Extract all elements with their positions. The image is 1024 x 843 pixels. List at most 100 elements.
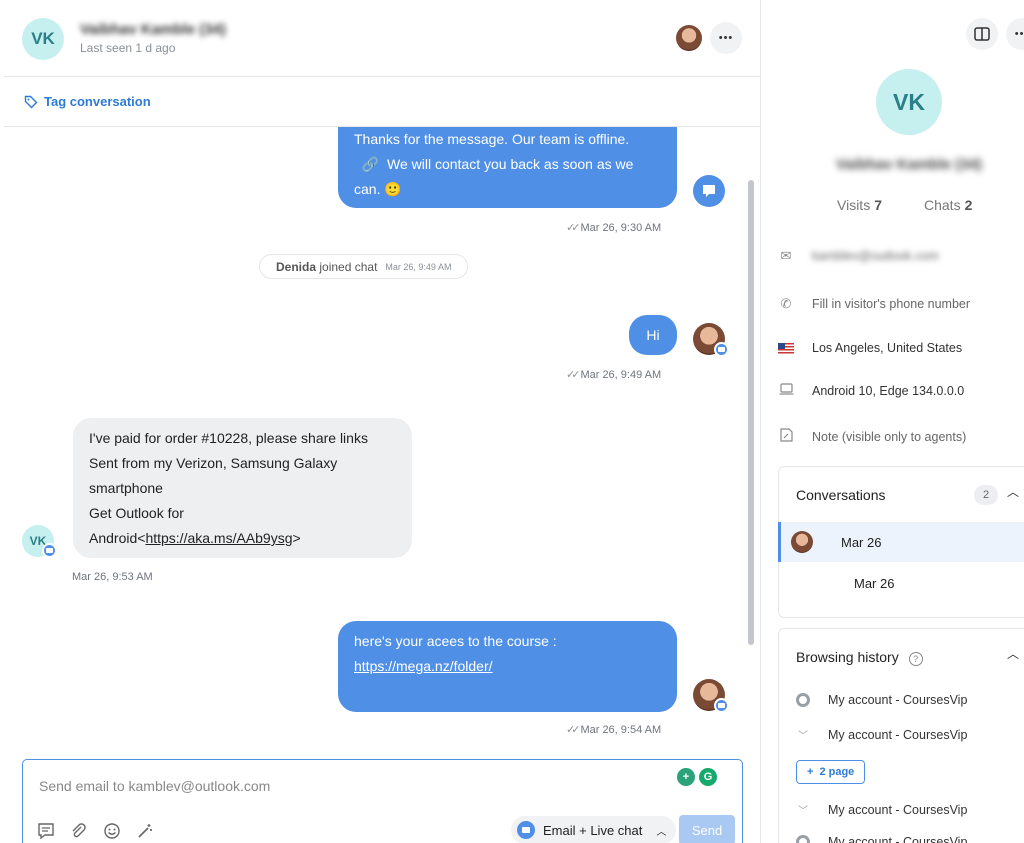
tag-icon <box>24 95 38 108</box>
email-channel-icon <box>714 342 729 357</box>
chat-scrollbar[interactable] <box>748 180 754 645</box>
more-icon: ••• <box>1014 28 1024 40</box>
automated-message-icon <box>693 175 725 207</box>
agent-message: here's your acees to the course : https:… <box>338 621 677 712</box>
assigned-agent-avatar[interactable] <box>676 25 702 51</box>
send-button[interactable]: Send <box>679 815 735 843</box>
collapse-chevron-icon[interactable]: ︿ <box>1007 645 1019 662</box>
history-item[interactable]: My account - CoursesVip <box>796 835 967 843</box>
system-time: Mar 26, 9:49 AM <box>385 261 452 272</box>
visitor-device: Android 10, Edge 134.0.0.0 <box>812 383 965 398</box>
conversation-item[interactable]: Mar 26 <box>778 522 1024 562</box>
note-icon <box>778 428 794 445</box>
message-meta: ✓✓ Mar 26, 9:49 AM <box>566 368 662 382</box>
tag-conversation-label: Tag conversation <box>44 94 151 109</box>
agent-message: Hi <box>629 315 677 355</box>
visits-stat: Visits 7 <box>837 197 882 213</box>
chats-stat: Chats 2 <box>924 197 973 213</box>
message-meta: ✓✓ Mar 26, 9:30 AM <box>566 221 662 235</box>
chevron-up-icon: ︿ <box>656 826 667 838</box>
agent-message: Thanks for the message. Our team is offl… <box>338 127 677 208</box>
conversation-item[interactable]: Mar 26 <box>778 563 1024 603</box>
message-time: Mar 26, 9:54 AM <box>580 723 662 736</box>
conversations-title: Conversations <box>796 487 886 503</box>
device-row: Android 10, Edge 134.0.0.0 <box>778 383 964 398</box>
chat-app: VK Vaibhav Kamble (34) Last seen 1 d ago… <box>0 0 1024 843</box>
visitor-avatar-large: VK <box>876 69 942 135</box>
message-line: 🔗 We will contact you back as soon as we <box>354 156 634 172</box>
chat-panel: VK Vaibhav Kamble (34) Last seen 1 d ago… <box>4 0 761 843</box>
more-options-button[interactable]: ••• <box>710 22 742 54</box>
message-time: Mar 26, 9:49 AM <box>580 368 662 381</box>
message-line: Thanks for the message. Our team is offl… <box>354 131 630 147</box>
history-item[interactable]: My account - CoursesVip <box>796 693 967 707</box>
visitor-avatar: VK <box>22 18 64 60</box>
visitor-location: Los Angeles, United States <box>812 341 963 355</box>
envelope-icon: ✉ <box>780 248 792 263</box>
system-agent-name: Denida <box>276 259 317 274</box>
message-composer: + G Email + Live chat ︿ Send <box>22 759 743 843</box>
message-text: here's your acees to the course : <box>354 633 557 649</box>
message-meta: ✓✓ Mar 26, 9:54 AM <box>566 723 662 737</box>
visitor-message: I've paid for order #10228, please share… <box>73 418 412 558</box>
message-line: can. 🙂 <box>354 181 402 197</box>
grammar-tools: + G <box>677 768 723 790</box>
note-field[interactable]: Note (visible only to agents) <box>812 430 966 444</box>
read-receipt-icon: ✓✓ <box>566 724 581 736</box>
canned-responses-icon[interactable] <box>37 822 55 843</box>
browsing-history-title: Browsing history ? <box>796 649 923 666</box>
tag-conversation-button[interactable]: Tag conversation <box>24 94 151 109</box>
grammarly-icon[interactable]: G <box>699 768 717 786</box>
visitor-name: Vaibhav Kamble (34) <box>80 21 226 38</box>
last-seen-status: Last seen 1 d ago <box>80 41 176 55</box>
panel-toggle-button[interactable] <box>966 18 998 50</box>
chevron-down-icon: ﹀ <box>798 806 808 817</box>
email-row: ✉ kamblev@outlook.com <box>778 248 939 264</box>
message-line: smartphone <box>89 480 163 496</box>
location-row: Los Angeles, United States <box>778 341 962 355</box>
chevron-down-icon: ﹀ <box>798 731 808 742</box>
more-pages-button[interactable]: + 2 page <box>796 760 866 784</box>
system-event: Denida joined chat Mar 26, 9:49 AM <box>259 254 469 279</box>
history-item[interactable]: ﹀ My account - CoursesVip <box>796 727 967 743</box>
message-meta: Mar 26, 9:53 AM <box>72 571 153 583</box>
panel-toggle-icon <box>974 27 990 41</box>
visitor-stats: Visits 7 Chats 2 <box>837 197 972 213</box>
message-input[interactable] <box>39 778 559 794</box>
message-time: Mar 26, 9:53 AM <box>72 571 153 583</box>
conversations-count: 2 <box>974 485 998 505</box>
page-end-icon <box>796 835 810 843</box>
magic-wand-icon[interactable] <box>136 822 154 843</box>
message-link[interactable]: https://mega.nz/folder/ <box>354 658 493 674</box>
us-flag-icon <box>778 342 794 354</box>
note-row[interactable]: Note (visible only to agents) <box>778 428 966 445</box>
grammar-bulb-icon[interactable]: + <box>677 768 695 786</box>
phone-row[interactable]: ✆ Fill in visitor's phone number <box>778 296 970 312</box>
message-line: Sent from my Verizon, Samsung Galaxy <box>89 455 338 471</box>
panel-more-button[interactable]: ••• <box>1006 18 1024 50</box>
email-channel-icon <box>517 821 535 839</box>
history-item[interactable]: ﹀ My account - CoursesVip <box>796 802 967 818</box>
message-link[interactable]: https://aka.ms/AAb9ysg <box>145 530 292 546</box>
email-channel-icon <box>42 543 57 558</box>
email-channel-icon <box>714 698 729 713</box>
more-icon: ••• <box>718 32 734 44</box>
help-icon[interactable]: ? <box>908 652 923 666</box>
laptop-icon <box>778 383 794 398</box>
message-time: Mar 26, 9:30 AM <box>580 221 662 234</box>
tag-bar: Tag conversation <box>4 77 761 127</box>
message-line: Get Outlook for <box>89 505 184 521</box>
visitor-email: kamblev@outlook.com <box>812 249 939 263</box>
emoji-icon[interactable] <box>103 822 121 843</box>
visitor-name-details: Vaibhav Kamble (34) <box>836 156 982 173</box>
attachment-icon[interactable] <box>69 822 87 843</box>
channel-selector[interactable]: Email + Live chat ︿ <box>511 816 677 843</box>
message-line: Android<https://aka.ms/AAb9ysg> <box>89 530 301 546</box>
message-list[interactable]: Thanks for the message. Our team is offl… <box>4 127 761 757</box>
channel-label: Email + Live chat <box>543 822 643 838</box>
phone-field[interactable]: Fill in visitor's phone number <box>812 297 970 311</box>
message-text: Hi <box>646 327 660 343</box>
phone-icon: ✆ <box>780 296 792 311</box>
collapse-chevron-icon[interactable]: ︿ <box>1007 483 1019 500</box>
chat-header: VK Vaibhav Kamble (34) Last seen 1 d ago… <box>4 0 761 77</box>
